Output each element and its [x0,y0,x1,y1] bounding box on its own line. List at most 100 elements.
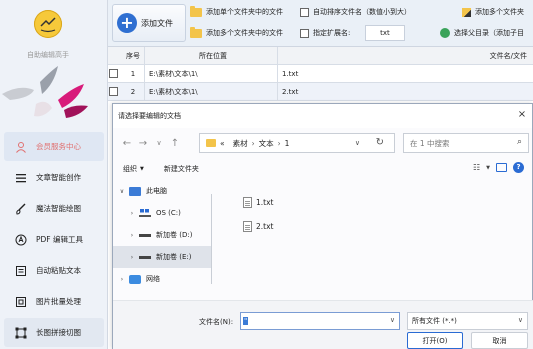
extension-input[interactable]: txt [365,25,405,41]
back-arrow-icon[interactable]: ← [119,138,135,149]
crop-icon [14,326,28,340]
breadcrumb-item[interactable]: 素材 [233,138,248,149]
sidebar-item-longimage[interactable]: 长图拼接切图 [4,318,104,347]
chevron-down-icon[interactable]: ∨ [117,188,127,195]
sidebar-item-label: 文章智能创作 [36,173,81,182]
row-location: E:\素材\文本\1\ [144,83,277,100]
tree-item-drive-e[interactable]: › 新加卷 (E:) [113,246,211,268]
brush-decoration [0,64,108,126]
add-file-button[interactable]: + 添加文件 [112,4,186,42]
sidebar-item-drawing[interactable]: 魔法智能绘图 [4,194,104,223]
image-icon [14,295,28,309]
row-checkbox[interactable] [108,87,122,96]
cancel-button[interactable]: 取消 [471,332,528,349]
folder-icon [190,26,202,38]
sidebar-item-image[interactable]: 图片批量处理 [4,287,104,316]
pane-splitter[interactable] [211,194,212,284]
breadcrumb-item[interactable]: 1 [285,139,290,148]
chevron-right-icon[interactable]: › [117,276,127,283]
refresh-icon[interactable]: ↻ [376,137,384,148]
close-icon[interactable]: × [516,109,528,121]
tree-item-os-c[interactable]: › OS (C:) [113,202,211,224]
select-parent-button[interactable]: 选择父目录（添加子目 [440,25,524,41]
filename-input[interactable]: " ∨ [240,312,400,330]
filename-value: " [243,317,249,325]
sidebar-item-paste[interactable]: 自动粘贴文本 [4,256,104,285]
path-prefix: « [220,138,225,148]
chevron-right-icon[interactable]: › [127,254,137,261]
row-checkbox[interactable] [108,69,122,78]
sidebar-item-label: 自动粘贴文本 [36,266,81,275]
auto-sort-label: 自动排序文件名（数值小到大） [313,8,411,16]
tree-item-drive-d[interactable]: › 新加卷 (D:) [113,224,211,246]
search-icon: ⌕ [516,137,522,147]
row-index: 2 [130,87,136,96]
sidebar-item-label: 会员服务中心 [36,142,81,151]
chevron-down-icon[interactable]: ∨ [355,139,360,147]
list-icon [14,171,28,185]
sidebar-item-article[interactable]: 文章智能创作 [4,163,104,192]
brush-icon [14,202,28,216]
sidebar-item-label: 魔法智能绘图 [36,204,81,213]
auto-sort-checkbox[interactable]: 自动排序文件名（数值小到大） [300,4,411,20]
open-file-dialog: 请选择要编辑的文档 × ← → ∨ ↑ « 素材 › 文本 › 1 ∨ ↻ 在 … [112,103,533,349]
checkbox-icon [108,87,118,96]
add-single-folder-label: 添加单个文件夹中的文件 [206,8,283,16]
plus-icon: + [117,13,137,33]
filename-label: 文件名(N): [199,318,234,326]
sidebar-item-pdf[interactable]: PDF 编辑工具 [4,225,104,254]
checkbox-icon [108,69,118,78]
app-logo-icon [34,10,62,38]
add-multi-files-button[interactable]: 添加多个文件夹 [462,4,524,20]
specify-ext-checkbox[interactable]: 指定扩展名: [300,25,350,41]
search-placeholder: 在 1 中搜索 [410,138,450,148]
breadcrumb-separator-icon: › [251,138,255,148]
view-controls: ☷ ▼ ? [473,162,524,173]
row-location: E:\素材\文本\1\ [144,65,277,82]
select-parent-label: 选择父目录（添加子目 [454,29,524,37]
row-index: 1 [130,69,136,78]
chevron-right-icon[interactable]: › [127,210,137,217]
add-single-folder-button[interactable]: 添加单个文件夹中的文件 [190,4,283,20]
help-icon[interactable]: ? [513,162,524,173]
history-chevron-icon[interactable]: ∨ [151,139,167,147]
address-bar[interactable]: « 素材 › 文本 › 1 ∨ ↻ [199,133,395,153]
sidebar-menu: 会员服务中心 文章智能创作 魔法智能绘图 PDF 编辑工具 自动粘贴文本 图片批… [0,130,108,349]
tree-item-this-pc[interactable]: ∨ 此电脑 [113,180,211,202]
sidebar-item-label: 长图拼接切图 [36,328,81,337]
view-mode-icon[interactable]: ☷ [473,163,480,172]
user-icon [14,140,28,154]
add-file-label: 添加文件 [141,18,173,28]
sidebar-item-member[interactable]: 会员服务中心 [4,132,104,161]
file-list: 1.txt 2.txt [243,190,273,238]
forward-arrow-icon[interactable]: → [135,138,151,149]
file-item[interactable]: 1.txt [243,190,273,214]
navigation-tree: ∨ 此电脑 › OS (C:) › 新加卷 (D:) › 新加卷 (E:) › … [113,180,211,300]
file-item[interactable]: 2.txt [243,214,273,238]
file-type-value: 所有文件 (*.*) [412,317,457,325]
header-index: 序号 [126,51,140,60]
preview-pane-icon[interactable] [496,163,507,172]
table-row[interactable]: 1 E:\素材\文本\1\ 1.txt [108,65,533,83]
file-type-select[interactable]: 所有文件 (*.*) ∨ [407,312,528,330]
sidebar-item-label: 图片批量处理 [36,297,81,306]
drive-icon [139,233,151,237]
up-arrow-icon[interactable]: ↑ [167,138,183,149]
folder-icon [206,139,216,147]
tree-item-network[interactable]: › 网络 [113,268,211,290]
dialog-titlebar: 请选择要编辑的文档 × [113,104,532,128]
caret-down-icon[interactable]: ▼ [486,165,490,171]
text-file-icon [243,220,252,232]
open-button[interactable]: 打开(O) [407,332,463,349]
table-row[interactable]: 2 E:\素材\文本\1\ 2.txt [108,83,533,101]
breadcrumb-item[interactable]: 文本 [259,138,274,149]
folder-icon [190,5,202,17]
add-multi-folder-button[interactable]: 添加多个文件夹中的文件 [190,25,283,41]
tree-item-label: 新加卷 (D:) [156,231,193,239]
search-input[interactable]: 在 1 中搜索 ⌕ [403,133,529,153]
organize-button[interactable]: 组织 ▼ [123,164,144,174]
new-folder-button[interactable]: 新建文件夹 [164,164,199,174]
drive-icon [139,255,151,259]
chevron-down-icon[interactable]: ∨ [390,316,395,324]
chevron-right-icon[interactable]: › [127,232,137,239]
